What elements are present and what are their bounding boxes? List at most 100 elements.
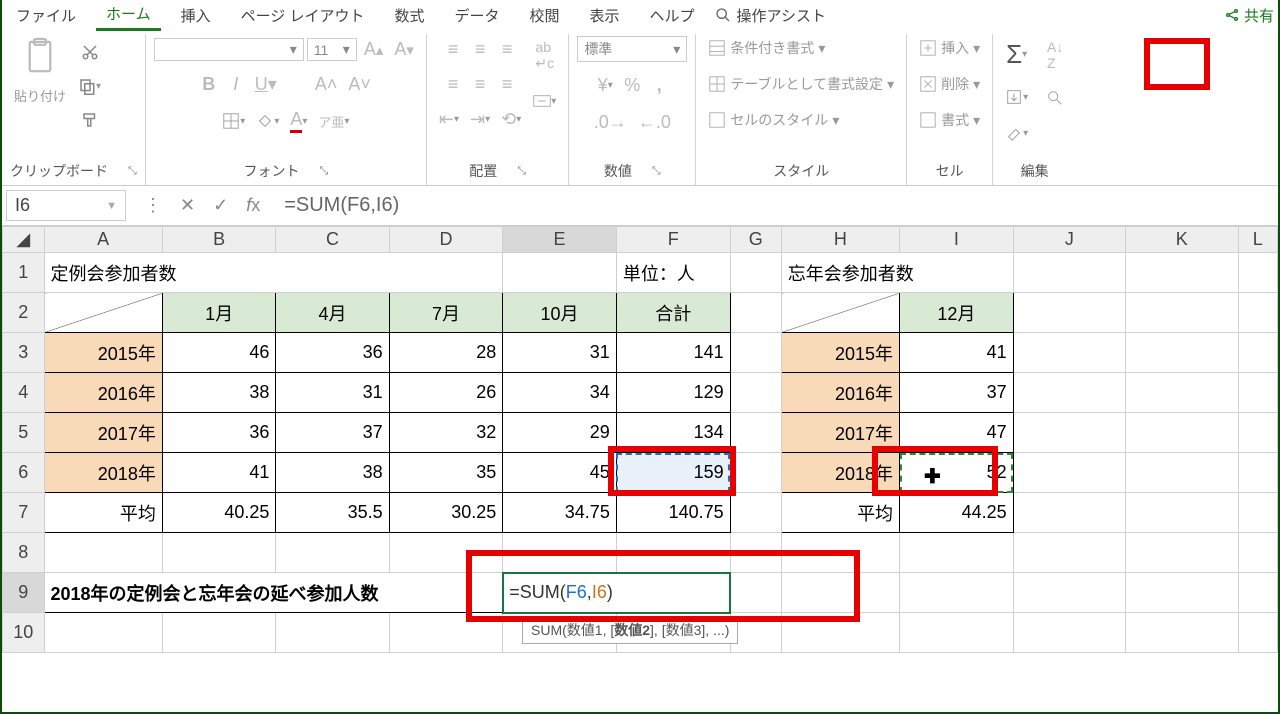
cell-J6[interactable]: [1013, 453, 1125, 493]
cell-K6[interactable]: [1126, 453, 1238, 493]
col-header-E[interactable]: E: [503, 227, 617, 253]
cell-H9[interactable]: [781, 573, 899, 613]
cell-G2[interactable]: [730, 293, 781, 333]
cell-L10[interactable]: [1238, 613, 1277, 653]
cell-D3[interactable]: 28: [389, 333, 503, 373]
cell-H4[interactable]: 2016年: [781, 373, 899, 413]
phonetic-button[interactable]: ア亜: [314, 109, 353, 134]
cell-B4[interactable]: 38: [162, 373, 276, 413]
cell-H2[interactable]: [781, 293, 899, 333]
tell-me-search[interactable]: 操作アシスト: [715, 5, 826, 26]
cell-J5[interactable]: [1013, 413, 1125, 453]
cell-L3[interactable]: [1238, 333, 1277, 373]
alignment-dialog-launcher[interactable]: ⤡: [517, 165, 526, 178]
cell-J3[interactable]: [1013, 333, 1125, 373]
tab-home[interactable]: ホーム: [96, 0, 161, 31]
cell-D6[interactable]: 35: [389, 453, 503, 493]
increase-font-2[interactable]: A˄: [311, 71, 342, 98]
row-header-6[interactable]: 6: [3, 453, 45, 493]
cell-E4[interactable]: 34: [503, 373, 617, 413]
cell-H3[interactable]: 2015年: [781, 333, 899, 373]
cell-L9[interactable]: [1238, 573, 1277, 613]
cell-K1[interactable]: [1126, 253, 1238, 293]
align-left-button[interactable]: ≡: [441, 71, 465, 98]
cell-L8[interactable]: [1238, 533, 1277, 573]
cell-H7[interactable]: 平均: [781, 493, 899, 533]
clear-button[interactable]: [1001, 121, 1032, 145]
cell-K2[interactable]: [1126, 293, 1238, 333]
find-select-button[interactable]: [1042, 86, 1068, 110]
row-header-3[interactable]: 3: [3, 333, 45, 373]
cell-K10[interactable]: [1126, 613, 1238, 653]
cell-E1[interactable]: [503, 253, 617, 293]
cell-G1[interactable]: [730, 253, 781, 293]
cut-button[interactable]: [77, 40, 103, 64]
name-box[interactable]: I6▼: [6, 190, 126, 221]
increase-indent-button[interactable]: ⇥: [466, 106, 494, 133]
orientation-button[interactable]: ⟲: [497, 106, 525, 133]
cell-L2[interactable]: [1238, 293, 1277, 333]
cell-H5[interactable]: 2017年: [781, 413, 899, 453]
cell-B7[interactable]: 40.25: [162, 493, 276, 533]
align-center-button[interactable]: ≡: [468, 71, 492, 98]
cancel-formula-button[interactable]: ✕: [180, 195, 195, 216]
decrease-font-button[interactable]: A▾: [390, 36, 418, 63]
increase-font-button[interactable]: A▴: [360, 36, 388, 63]
share-button[interactable]: 共有: [1224, 5, 1274, 26]
accounting-format-button[interactable]: ¥: [593, 72, 617, 99]
cell-E8[interactable]: [503, 533, 617, 573]
cell-B10[interactable]: [162, 613, 276, 653]
cell-F6[interactable]: 159: [616, 453, 730, 493]
cell-D7[interactable]: 30.25: [389, 493, 503, 533]
cell-J1[interactable]: [1013, 253, 1125, 293]
tab-formulas[interactable]: 数式: [384, 1, 434, 30]
cell-B6[interactable]: 41: [162, 453, 276, 493]
row-header-1[interactable]: 1: [3, 253, 45, 293]
cell-D5[interactable]: 32: [389, 413, 503, 453]
percent-button[interactable]: %: [620, 72, 644, 99]
cell-A6[interactable]: 2018年: [44, 453, 162, 493]
enter-formula-button[interactable]: ✓: [213, 195, 228, 216]
cell-F3[interactable]: 141: [616, 333, 730, 373]
cell-A4[interactable]: 2016年: [44, 373, 162, 413]
cell-D10[interactable]: [389, 613, 503, 653]
cell-J8[interactable]: [1013, 533, 1125, 573]
borders-button[interactable]: [218, 109, 249, 133]
cell-K3[interactable]: [1126, 333, 1238, 373]
paste-icon[interactable]: [22, 36, 58, 80]
cell-K9[interactable]: [1126, 573, 1238, 613]
cell-A2[interactable]: [44, 293, 162, 333]
cell-I9[interactable]: [900, 573, 1014, 613]
format-painter-button[interactable]: [77, 108, 103, 132]
align-top-button[interactable]: ≡: [441, 36, 465, 63]
row-header-10[interactable]: 10: [3, 613, 45, 653]
align-middle-button[interactable]: ≡: [468, 36, 492, 63]
cell-B3[interactable]: 46: [162, 333, 276, 373]
select-all-corner[interactable]: ◢: [3, 227, 45, 253]
col-header-A[interactable]: A: [44, 227, 162, 253]
cell-styles-button[interactable]: セルのスタイル ▾: [704, 108, 843, 132]
col-header-D[interactable]: D: [389, 227, 503, 253]
tab-file[interactable]: ファイル: [6, 1, 86, 30]
insert-cells-button[interactable]: 挿入 ▾: [915, 36, 984, 60]
cell-G3[interactable]: [730, 333, 781, 373]
cell-A1[interactable]: 定例会参加者数: [44, 253, 503, 293]
cell-B2[interactable]: 1月: [162, 293, 276, 333]
col-header-B[interactable]: B: [162, 227, 276, 253]
cell-H1[interactable]: 忘年会参加者数: [781, 253, 1013, 293]
cell-E2[interactable]: 10月: [503, 293, 617, 333]
paste-button[interactable]: 貼り付け: [10, 84, 70, 107]
decrease-indent-button[interactable]: ⇤: [435, 106, 463, 133]
worksheet[interactable]: ◢ A B C D E F G H I J K L 1 定例会参加者数 単位：人…: [2, 226, 1278, 653]
cell-A9[interactable]: 2018年の定例会と忘年会の延べ参加人数: [44, 573, 503, 613]
cell-I8[interactable]: [900, 533, 1014, 573]
fill-color-button[interactable]: [252, 109, 283, 133]
cell-L5[interactable]: [1238, 413, 1277, 453]
cell-E5[interactable]: 29: [503, 413, 617, 453]
font-size-combo[interactable]: 11▾: [307, 38, 357, 61]
copy-button[interactable]: [74, 74, 105, 98]
col-header-H[interactable]: H: [781, 227, 899, 253]
cell-C5[interactable]: 37: [276, 413, 389, 453]
cell-F5[interactable]: 134: [616, 413, 730, 453]
cell-B8[interactable]: [162, 533, 276, 573]
